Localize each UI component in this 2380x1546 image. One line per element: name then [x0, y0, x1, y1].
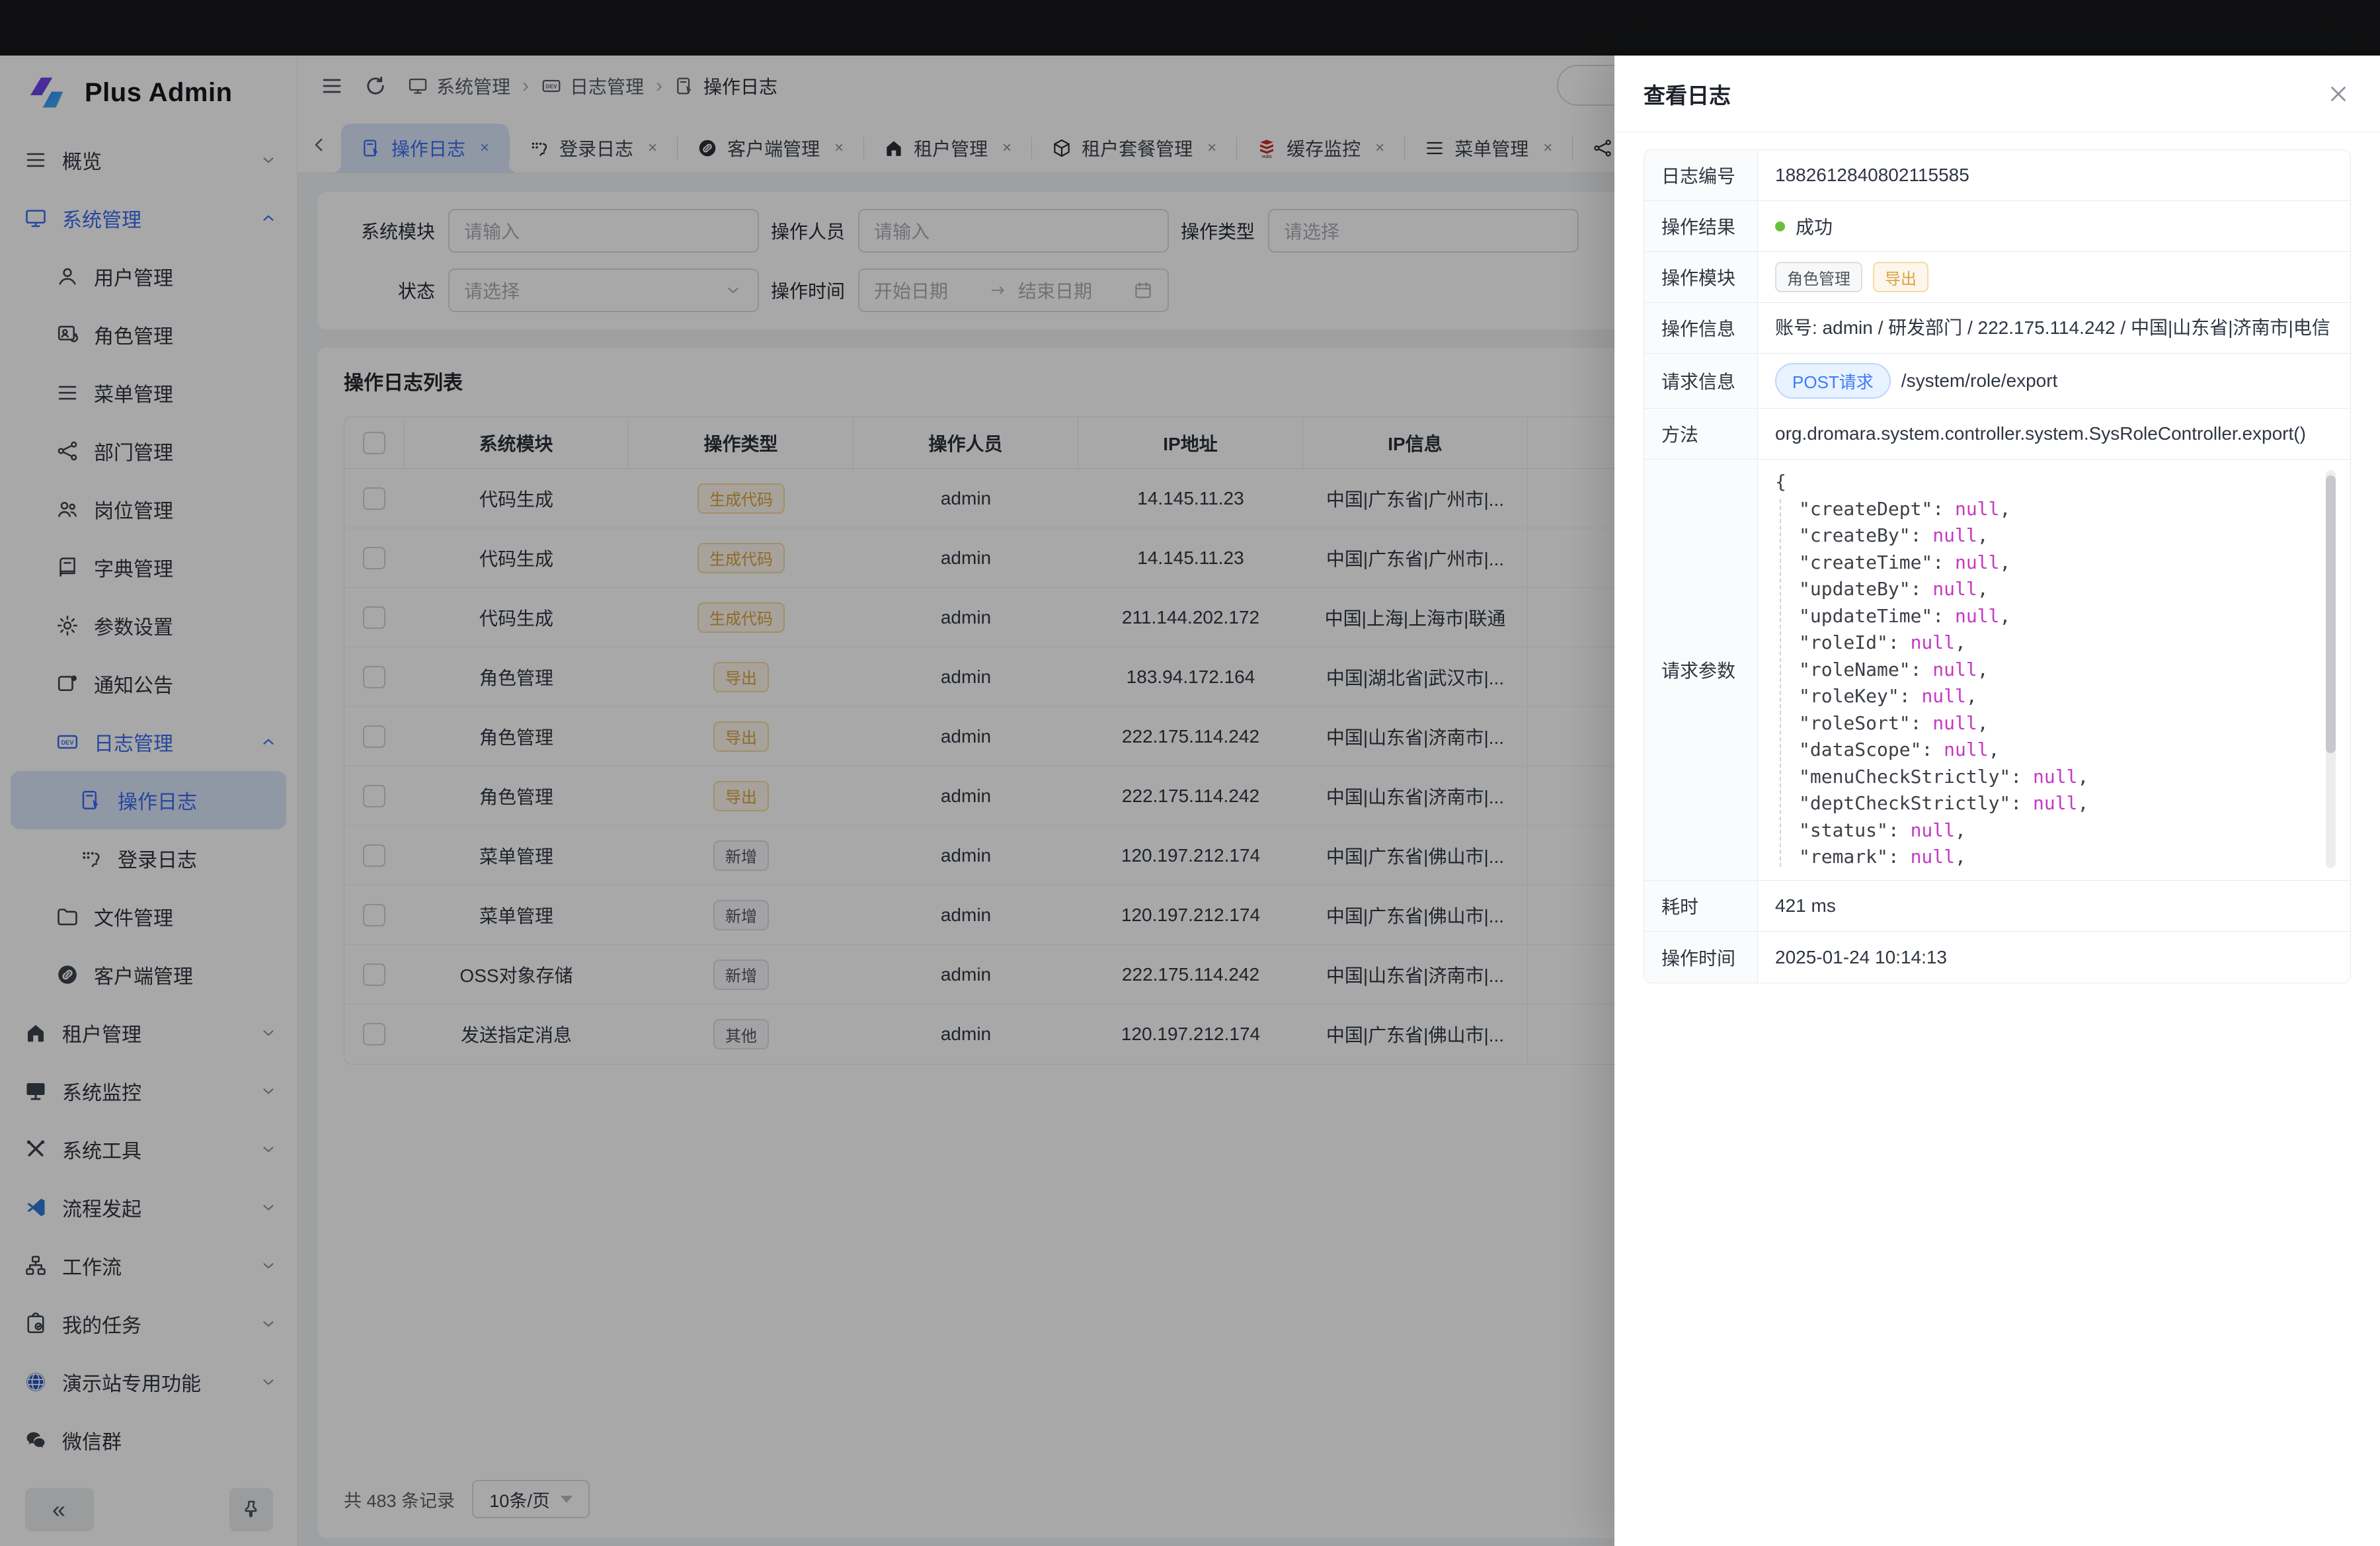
detail-label: 请求信息 [1644, 354, 1758, 408]
code-line: "remark": null, [1767, 844, 2337, 871]
log-detail-table: 日志编号 1882612840802115585 操作结果 成功 操作模块 角色… [1644, 149, 2351, 983]
request-path: /system/role/export [1901, 370, 2058, 391]
code-line: "createBy": null, [1767, 522, 2337, 549]
code-line: "updateBy": null, [1767, 576, 2337, 603]
drawer-title: 查看日志 [1644, 78, 1731, 110]
code-line: "roleId": null, [1767, 630, 2337, 657]
code-line: "roleName": null, [1767, 657, 2337, 684]
code-line: "roleKey": null, [1767, 683, 2337, 710]
request-params-json[interactable]: { "createDept": null, "createBy": null, … [1767, 469, 2337, 871]
detail-label: 操作时间 [1644, 932, 1758, 983]
view-log-drawer: 查看日志 日志编号 1882612840802115585 操作结果 成功 操作… [1614, 56, 2380, 1546]
drawer-body: 日志编号 1882612840802115585 操作结果 成功 操作模块 角色… [1614, 132, 2380, 1546]
detail-label: 请求参数 [1644, 460, 1758, 880]
detail-label: 耗时 [1644, 881, 1758, 931]
code-line: "dataScope": null, [1767, 737, 2337, 764]
code-line: "createDept": null, [1767, 496, 2337, 523]
detail-label: 操作结果 [1644, 201, 1758, 251]
success-dot-icon [1775, 222, 1785, 231]
log-id-value: 1882612840802115585 [1758, 150, 2350, 200]
code-line: { [1767, 469, 2337, 496]
result-value: 成功 [1796, 213, 1833, 239]
code-line: "roleSort": null, [1767, 710, 2337, 737]
code-line: "createTime": null, [1767, 549, 2337, 577]
code-line: "updateTime": null, [1767, 603, 2337, 630]
code-line: "deptCheckStrictly": null, [1767, 790, 2337, 817]
method-value: org.dromara.system.controller.system.Sys… [1758, 409, 2350, 459]
drawer-header: 查看日志 [1614, 56, 2380, 132]
http-method-tag: POST请求 [1775, 363, 1891, 399]
code-scrollbar-thumb[interactable] [2326, 475, 2336, 753]
detail-label: 日志编号 [1644, 150, 1758, 200]
operation-time-value: 2025-01-24 10:14:13 [1758, 932, 2350, 983]
detail-label: 方法 [1644, 409, 1758, 459]
code-line: "menuCheckStrictly": null, [1767, 764, 2337, 791]
detail-label: 操作模块 [1644, 252, 1758, 302]
close-icon[interactable] [2326, 81, 2351, 106]
duration-value: 421 ms [1758, 881, 2350, 931]
detail-label: 操作信息 [1644, 303, 1758, 353]
code-line: "status": null, [1767, 817, 2337, 844]
operation-type-tag: 导出 [1873, 262, 1928, 292]
operation-info-value: 账号: admin / 研发部门 / 222.175.114.242 / 中国|… [1758, 303, 2350, 353]
module-tag: 角色管理 [1775, 262, 1862, 292]
